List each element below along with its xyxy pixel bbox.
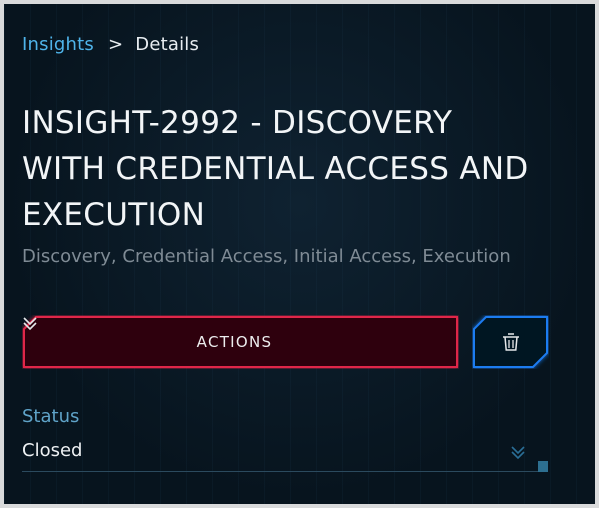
delete-button[interactable]	[472, 315, 549, 369]
breadcrumb-separator: >	[107, 34, 124, 55]
actions-button-label: ACTIONS	[196, 333, 273, 351]
status-dropdown[interactable]: Closed	[22, 434, 549, 474]
status-underline	[22, 471, 538, 472]
status-resize-handle	[538, 461, 548, 472]
trash-icon	[500, 331, 522, 357]
breadcrumb-link-insights[interactable]: Insights	[22, 34, 94, 55]
breadcrumb: Insights > Details	[22, 34, 199, 55]
breadcrumb-current: Details	[135, 34, 200, 55]
status-value: Closed	[22, 440, 83, 461]
actions-button[interactable]: ACTIONS	[22, 315, 459, 369]
double-chevron-down-icon	[510, 444, 526, 464]
status-label: Status	[22, 406, 80, 427]
page-title: INSIGHT-2992 - DISCOVERY WITH CREDENTIAL…	[22, 105, 529, 233]
insight-details-panel: Insights > Details INSIGHT-2992 - DISCOVER…	[4, 4, 595, 504]
tactics-list: Discovery, Credential Access, Initial Ac…	[22, 246, 511, 267]
